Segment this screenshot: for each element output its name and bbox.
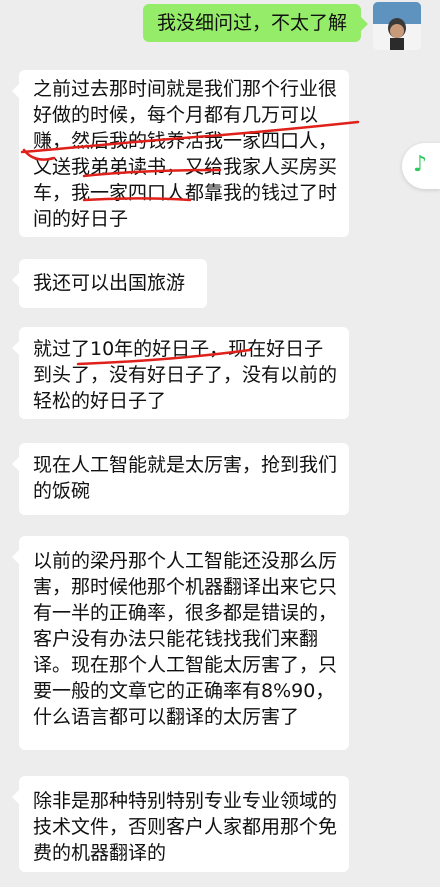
message-bubble-incoming[interactable]: 我还可以出国旅游 xyxy=(12,259,207,308)
chat-area: 我没细问过，不太了解 之前过去那时间就是我们那个行业很好做的时候，每个月都有几万… xyxy=(0,0,440,887)
music-note-icon: ♪ xyxy=(413,152,428,177)
message-bubble-incoming[interactable]: 现在人工智能就是太厉害，抢到我们的饭碗 xyxy=(12,443,349,515)
user-avatar[interactable] xyxy=(373,2,421,50)
message-row-outgoing: 我没细问过，不太了解 xyxy=(0,0,440,56)
message-bubble-incoming[interactable]: 除非是那种特别特别专业专业领域的技术文件，否则客户人家都用那个免费的机器翻译的 xyxy=(12,776,349,872)
floating-music-button[interactable]: ♪ xyxy=(402,143,440,189)
message-bubble-outgoing[interactable]: 我没细问过，不太了解 xyxy=(142,4,369,42)
avatar-person-icon xyxy=(373,2,421,50)
message-bubble-incoming[interactable]: 就过了10年的好日子，现在好日子到头了，没有好日子了，没有以前的轻松的好日子了 xyxy=(12,327,349,419)
message-bubble-incoming[interactable]: 之前过去那时间就是我们那个行业很好做的时候，每个月都有几万可以赚，然后我的钱养活… xyxy=(12,70,349,237)
message-bubble-incoming[interactable]: 以前的梁丹那个人工智能还没那么厉害，那时候他那个机器翻译出来它只有一半的正确率，… xyxy=(12,536,349,750)
